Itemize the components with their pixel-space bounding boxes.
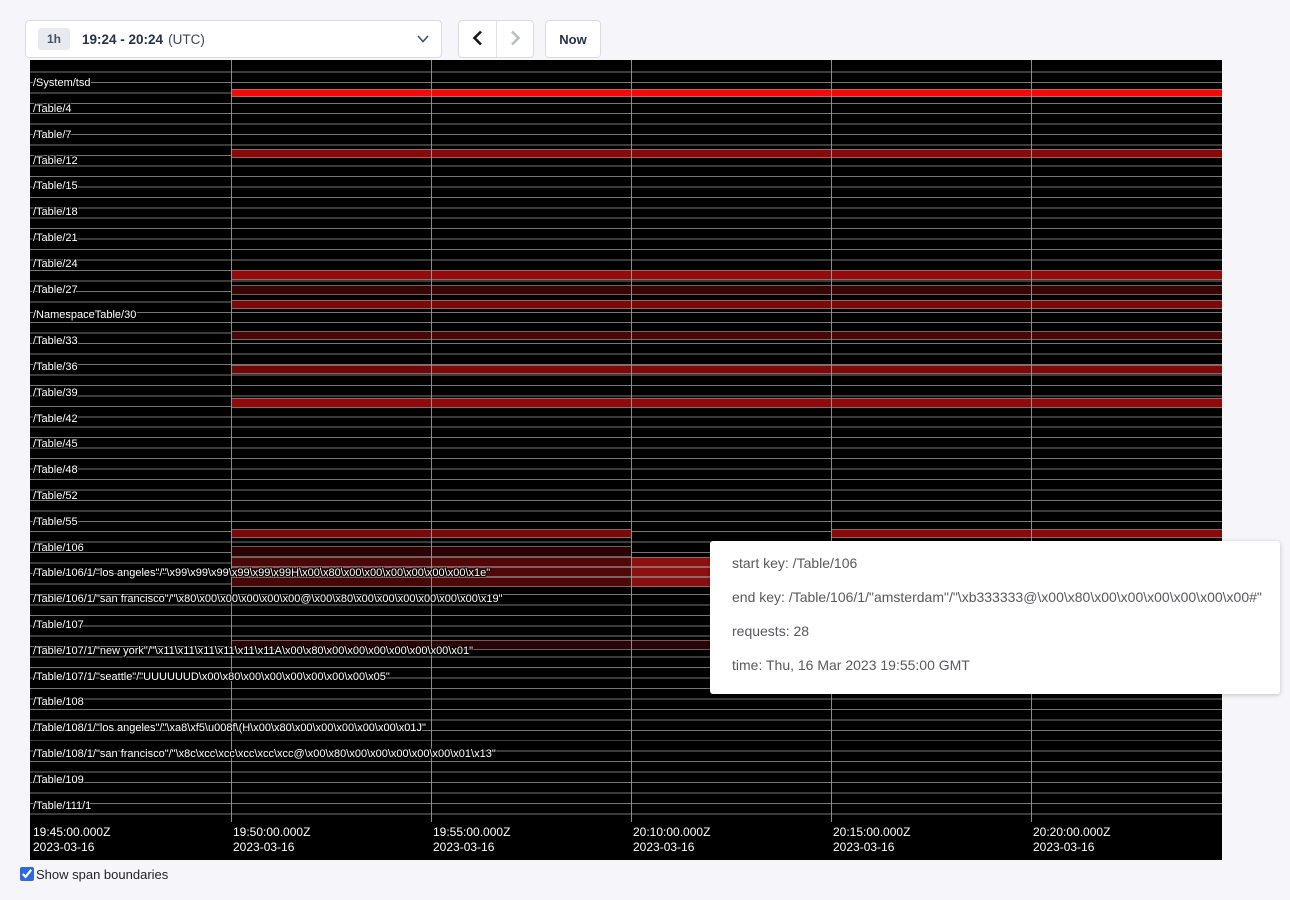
- span-row-label: /Table/27: [33, 284, 78, 297]
- span-tooltip: start key: /Table/106 end key: /Table/10…: [710, 541, 1280, 694]
- time-range-label: 19:24 - 20:24: [82, 32, 163, 47]
- heat-band[interactable]: [831, 529, 1222, 538]
- tick-time: 19:55:00.000Z: [433, 825, 510, 840]
- span-row-label: /Table/108: [33, 696, 84, 709]
- span-row-label: /Table/48: [33, 464, 78, 477]
- span-row-label: /Table/24: [33, 258, 78, 271]
- time-range-badge: 1h: [38, 28, 70, 50]
- heat-band[interactable]: [231, 149, 1222, 158]
- span-row-label: /Table/7: [33, 129, 72, 142]
- span-row-label: /System/tsd: [33, 77, 90, 90]
- heat-band[interactable]: [231, 89, 1222, 97]
- chevron-right-icon: [510, 30, 521, 49]
- span-row-label: /Table/106/1/"los angeles"/"\x99\x99\x99…: [33, 567, 490, 580]
- tooltip-requests: requests: 28: [732, 621, 1258, 641]
- tick-time: 20:20:00.000Z: [1033, 825, 1110, 840]
- time-gridline: [231, 60, 232, 822]
- chevron-left-icon: [472, 30, 483, 49]
- span-row-label: /Table/108/1/"los angeles"/"\xa8\xf5\u00…: [33, 722, 426, 735]
- previous-range-button[interactable]: [459, 21, 496, 57]
- span-row-label: /Table/39: [33, 387, 78, 400]
- footer: Show span boundaries: [20, 866, 168, 883]
- heat-band[interactable]: [231, 285, 1222, 295]
- time-axis-tick: 20:20:00.000Z2023-03-16: [1033, 825, 1110, 855]
- time-axis-tick: 19:50:00.000Z2023-03-16: [233, 825, 310, 855]
- time-axis-tick: 19:45:00.000Z2023-03-16: [33, 825, 110, 855]
- span-row-label: /Table/12: [33, 155, 78, 168]
- tooltip-time: time: Thu, 16 Mar 2023 19:55:00 GMT: [732, 655, 1258, 675]
- next-range-button[interactable]: [496, 21, 533, 57]
- span-boundary-lines: [30, 60, 1222, 822]
- tick-date: 2023-03-16: [633, 840, 710, 855]
- tick-date: 2023-03-16: [433, 840, 510, 855]
- span-row-label: /Table/42: [33, 413, 78, 426]
- tick-time: 19:45:00.000Z: [33, 825, 110, 840]
- tick-time: 19:50:00.000Z: [233, 825, 310, 840]
- time-gridline: [631, 60, 632, 822]
- tick-date: 2023-03-16: [33, 840, 110, 855]
- time-gridline: [831, 60, 832, 822]
- time-axis-tick: 20:15:00.000Z2023-03-16: [833, 825, 910, 855]
- span-row-label: /Table/107/1/"seattle"/"UUUUUUD\x00\x80\…: [33, 671, 390, 684]
- now-button[interactable]: Now: [545, 20, 601, 58]
- tick-time: 20:15:00.000Z: [833, 825, 910, 840]
- tick-date: 2023-03-16: [1033, 840, 1110, 855]
- span-row-label: /Table/106/1/"san francisco"/"\x80\x00\x…: [33, 593, 503, 606]
- heat-band[interactable]: [431, 557, 631, 567]
- span-row-label: /Table/106: [33, 542, 84, 555]
- heat-band[interactable]: [431, 365, 1222, 374]
- tooltip-start-key: start key: /Table/106: [732, 553, 1258, 573]
- time-nav-group: [458, 20, 534, 58]
- heat-band[interactable]: [231, 270, 1222, 280]
- span-row-label: /Table/45: [33, 438, 78, 451]
- span-row-label: /Table/21: [33, 232, 78, 245]
- heat-band[interactable]: [231, 300, 1222, 309]
- heat-band[interactable]: [231, 557, 431, 567]
- time-axis-tick: 19:55:00.000Z2023-03-16: [433, 825, 510, 855]
- time-axis-tick: 20:10:00.000Z2023-03-16: [633, 825, 710, 855]
- key-visualizer[interactable]: /System/tsd/Table/4/Table/7/Table/12/Tab…: [30, 60, 1222, 860]
- tick-date: 2023-03-16: [233, 840, 310, 855]
- time-range-selector[interactable]: 1h 19:24 - 20:24 (UTC): [25, 20, 442, 58]
- heat-band[interactable]: [231, 365, 431, 374]
- span-row-label: /Table/109: [33, 774, 84, 787]
- tooltip-end-key: end key: /Table/106/1/"amsterdam"/"\xb33…: [732, 587, 1258, 607]
- time-gridline: [1031, 60, 1032, 822]
- span-row-label: /Table/55: [33, 516, 78, 529]
- heat-band[interactable]: [231, 331, 1222, 340]
- tick-time: 20:10:00.000Z: [633, 825, 710, 840]
- key-visualizer-page: 1h 19:24 - 20:24 (UTC) Now /System/tsd/T…: [0, 0, 1290, 900]
- show-span-boundaries-label: Show span boundaries: [36, 866, 168, 883]
- span-row-label: /Table/107/1/"new york"/"\x11\x11\x11\x1…: [33, 645, 473, 658]
- span-row-label: /Table/52: [33, 490, 78, 503]
- chevron-down-icon: [417, 35, 429, 43]
- span-row-label: /NamespaceTable/30: [33, 309, 136, 322]
- span-row-label: /Table/15: [33, 180, 78, 193]
- span-row-label: /Table/111/1: [33, 800, 91, 813]
- span-row-label: /Table/36: [33, 361, 78, 374]
- heat-band[interactable]: [231, 398, 1222, 408]
- span-row-label: /Table/33: [33, 335, 78, 348]
- span-row-label: /Table/107: [33, 619, 84, 632]
- span-row-label: /Table/18: [33, 206, 78, 219]
- span-row-label: /Table/4: [33, 103, 72, 116]
- span-row-label: /Table/108/1/"san francisco"/"\x8c\xcc\x…: [33, 748, 496, 761]
- time-gridline: [431, 60, 432, 822]
- show-span-boundaries-checkbox[interactable]: [20, 867, 34, 881]
- tick-date: 2023-03-16: [833, 840, 910, 855]
- timezone-label: (UTC): [168, 32, 205, 47]
